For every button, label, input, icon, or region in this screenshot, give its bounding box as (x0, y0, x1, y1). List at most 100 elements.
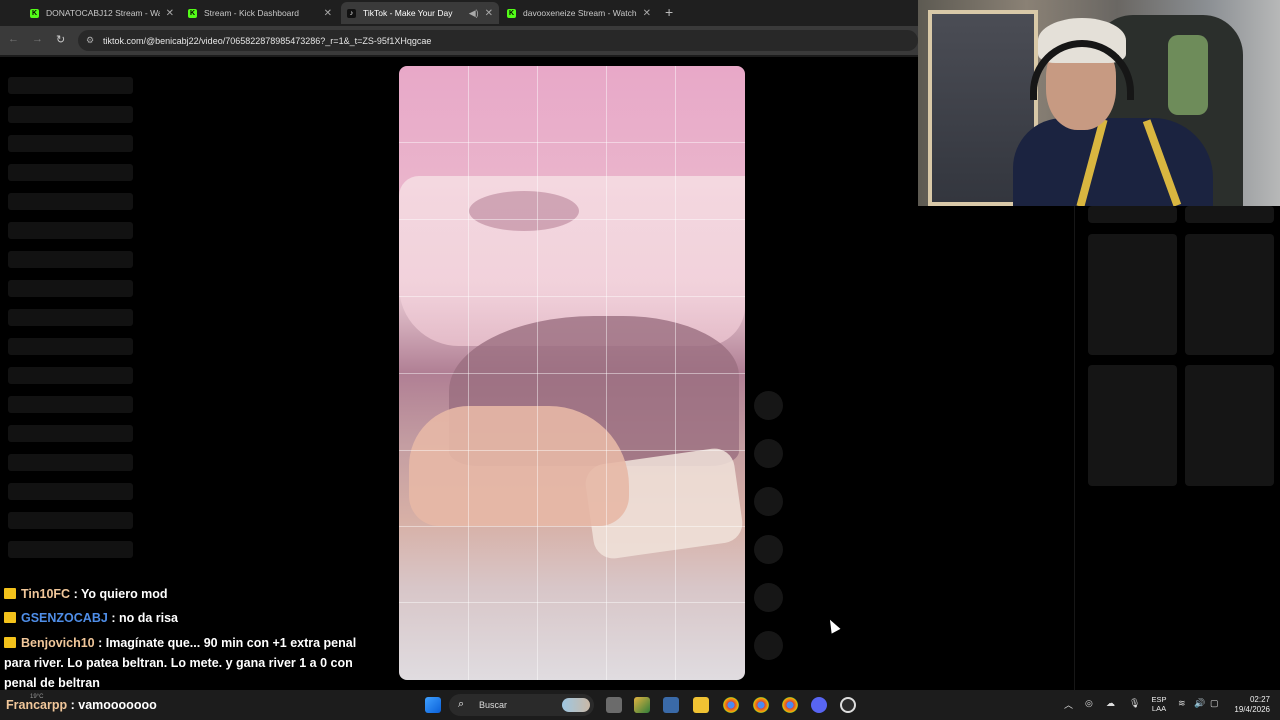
reload-icon[interactable]: ↻ (56, 33, 65, 46)
new-tab-button[interactable]: + (665, 4, 673, 20)
skeleton-row (8, 77, 133, 94)
speaker-icon[interactable]: ◀) (469, 8, 479, 19)
file-explorer-icon[interactable] (693, 697, 709, 713)
url-text: tiktok.com/@benicabj22/video/70658228789… (103, 35, 432, 46)
like-button[interactable] (754, 439, 783, 468)
skeleton-row (8, 135, 133, 152)
skeleton-row (8, 396, 133, 413)
skeleton-row (8, 338, 133, 355)
placeholder-panel (1185, 234, 1274, 355)
volume-icon[interactable]: 🔊 (1194, 698, 1205, 709)
forward-arrow-icon[interactable]: → (32, 33, 43, 45)
skeleton-row (8, 541, 133, 558)
share-button[interactable] (754, 583, 783, 612)
placeholder-panel (1088, 365, 1177, 486)
chrome-icon[interactable] (782, 697, 798, 713)
chat-text: : Yo quiero mod (73, 587, 168, 601)
site-info-icon[interactable]: ⚙ (86, 35, 94, 46)
address-bar[interactable]: ⚙ tiktok.com/@benicabj22/video/706582287… (78, 30, 918, 51)
wifi-icon[interactable]: ≋ (1178, 698, 1186, 709)
skeleton-row (8, 309, 133, 326)
tab-kick-dashboard[interactable]: K Stream - Kick Dashboard ✕ (182, 2, 338, 24)
notification-icon[interactable]: ▢ (1210, 698, 1219, 709)
crown-icon (4, 637, 16, 648)
crown-icon (4, 612, 16, 623)
placeholder-panel (1185, 206, 1274, 223)
skeleton-row (8, 367, 133, 384)
chat-username: Francarpp (6, 698, 68, 712)
divider (1074, 206, 1075, 690)
chat-username: GSENZOCABJ (21, 611, 108, 625)
chevron-up-icon[interactable]: ︿ (1064, 698, 1073, 711)
comment-button[interactable] (754, 487, 783, 516)
tab-davooxeneize[interactable]: K davooxeneize Stream - Watch L ✕ (501, 2, 657, 24)
language-indicator[interactable]: ESP LAA (1150, 695, 1168, 713)
tab-title: davooxeneize Stream - Watch L (523, 8, 637, 18)
search-label: Buscar (479, 700, 508, 710)
chrome-icon[interactable] (723, 697, 739, 713)
language-code: ESP (1151, 695, 1167, 704)
skeleton-row (8, 280, 133, 297)
browser-tab-bar: K DONATOCABJ12 Stream - Watc ✕ K Stream … (0, 0, 918, 26)
webcam-content (1168, 35, 1208, 115)
taskbar-search[interactable]: ⌕ Buscar (449, 694, 594, 716)
webcam-content (1013, 118, 1213, 206)
system-clock[interactable]: 02:27 19/4/2026 (1228, 695, 1270, 715)
grid-line (399, 219, 745, 220)
grid-line (399, 142, 745, 143)
close-tab-icon[interactable]: ✕ (166, 8, 174, 19)
cloud-icon[interactable]: ☁ (1106, 698, 1115, 709)
tray-app-icon[interactable]: ◎ (1085, 698, 1093, 709)
skeleton-row (8, 251, 133, 268)
video-content (469, 191, 579, 231)
chat-username: Tin10FC (21, 587, 71, 601)
keyboard-layout: LAA (1151, 704, 1167, 713)
chat-message: Francarpp : vamooooooo (6, 696, 306, 714)
skeleton-row (8, 425, 133, 442)
close-tab-icon[interactable]: ✕ (485, 8, 493, 19)
mouse-cursor-icon (825, 617, 841, 634)
chrome-icon[interactable] (753, 697, 769, 713)
clock-time: 02:27 (1249, 695, 1270, 704)
task-view-icon[interactable] (606, 697, 622, 713)
tab-donatocabj12[interactable]: K DONATOCABJ12 Stream - Watc ✕ (24, 2, 180, 24)
microphone-icon[interactable]: 🎙 (1129, 698, 1140, 709)
placeholder-panel (1088, 234, 1177, 355)
webcam-overlay (918, 0, 1280, 206)
placeholder-panel (1088, 206, 1177, 223)
tab-title: Stream - Kick Dashboard (204, 8, 299, 18)
search-icon: ⌕ (458, 698, 465, 710)
kick-icon: K (507, 8, 516, 18)
grid-line (399, 602, 745, 603)
calculator-icon[interactable] (663, 697, 679, 713)
app-icon[interactable] (634, 697, 650, 713)
grid-line (399, 526, 745, 527)
kick-icon: K (30, 8, 39, 18)
chat-message: GSENZOCABJ : no da risa (4, 608, 364, 628)
tiktok-video-player[interactable] (399, 66, 745, 680)
browser-toolbar: ← → ↻ ⚙ tiktok.com/@benicabj22/video/706… (0, 26, 918, 55)
obs-icon[interactable] (840, 697, 856, 713)
grid-line (399, 296, 745, 297)
close-tab-icon[interactable]: ✕ (643, 8, 651, 19)
back-arrow-icon[interactable]: ← (8, 33, 19, 45)
skeleton-row (8, 164, 133, 181)
skeleton-row (8, 512, 133, 529)
tiktok-icon: ♪ (347, 8, 356, 18)
skeleton-row (8, 483, 133, 500)
discord-icon[interactable] (811, 697, 827, 713)
skeleton-row (8, 222, 133, 239)
grid-line (399, 373, 745, 374)
windows-start-icon[interactable] (425, 697, 441, 713)
kick-icon: K (188, 8, 197, 18)
video-content (409, 406, 629, 526)
chat-text: : no da risa (111, 611, 178, 625)
chat-text: : vamooooooo (70, 698, 157, 712)
chat-message: Tin10FC : Yo quiero mod (4, 584, 364, 604)
search-highlight-icon (562, 698, 590, 712)
music-disc-button[interactable] (754, 631, 783, 660)
bookmark-button[interactable] (754, 535, 783, 564)
tab-tiktok[interactable]: ♪ TikTok - Make Your Day ◀) ✕ (341, 2, 499, 24)
close-tab-icon[interactable]: ✕ (324, 8, 332, 19)
avatar-button[interactable] (754, 391, 783, 420)
